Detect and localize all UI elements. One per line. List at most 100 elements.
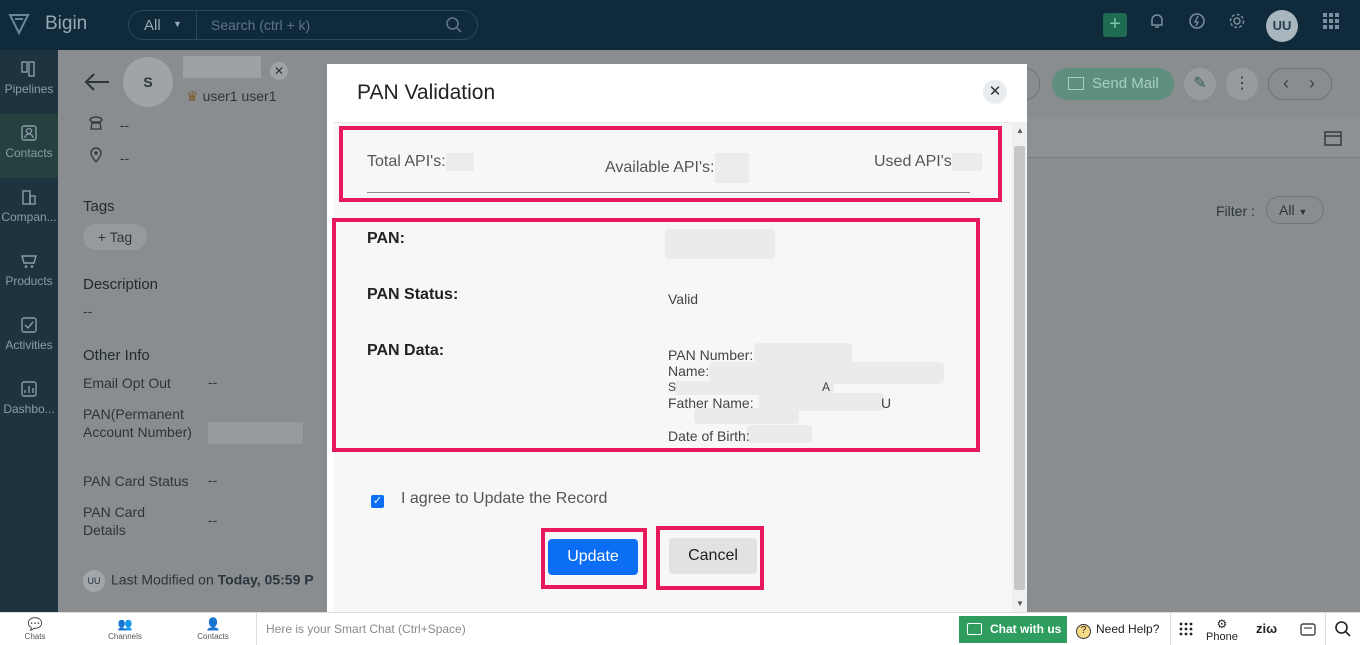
add-tag-button[interactable]: + Tag [83, 224, 147, 250]
global-search[interactable]: All ▼ Search (ctrl + k) [128, 10, 478, 40]
pipelines-icon [20, 60, 38, 78]
description-heading: Description [83, 276, 159, 293]
location-row: -- [88, 147, 129, 166]
bottom-contacts[interactable]: 👤 Contacts [188, 617, 238, 641]
need-help-button[interactable]: ? Need Help? [1076, 622, 1159, 639]
activity-feed-icon[interactable] [1184, 12, 1210, 38]
quick-create-button[interactable]: + [1103, 13, 1127, 37]
record-owner: ♛ user1 user1 [186, 88, 277, 105]
nav-label: Products [5, 274, 53, 288]
scroll-up-icon[interactable]: ▲ [1016, 126, 1024, 135]
bigin-logo-icon[interactable] [8, 12, 32, 38]
more-options-icon[interactable]: ⋮ [1226, 68, 1258, 100]
search-scope-select[interactable]: All [144, 17, 161, 34]
chevron-left-icon[interactable]: ‹ [1283, 73, 1289, 94]
app-grid-icon[interactable] [1318, 12, 1344, 38]
nav-item-companies[interactable]: Compan... [0, 178, 58, 242]
bottom-divider [1170, 613, 1171, 645]
pan-value-redacted [665, 229, 775, 259]
phone-button[interactable]: ⚙ Phone [1206, 617, 1238, 643]
bottom-chats[interactable]: 💬 Chats [10, 617, 60, 641]
back-arrow-icon[interactable] [83, 68, 111, 99]
search-divider [196, 11, 197, 39]
modal-scrollbar[interactable]: ▲ ▼ [1012, 122, 1027, 612]
agree-checkbox[interactable]: ✓ [371, 495, 384, 508]
chat-with-us-button[interactable]: Chat with us [959, 616, 1067, 643]
father-name-char: U [881, 395, 892, 411]
modified-by-avatar: UU [83, 570, 105, 592]
bottom-bar: 💬 Chats 👥 Channels 👤 Contacts Here is your … [0, 612, 1360, 645]
pan-data-redacted-1 [754, 343, 852, 363]
pan-card-details-label: PAN Card Details [83, 504, 145, 538]
nav-item-dashboards[interactable]: Dashbo... [0, 370, 58, 434]
pan-card-details-value: -- [208, 512, 218, 528]
pan-number-line: PAN Number: [668, 347, 754, 363]
brand-name: Bigin [45, 13, 88, 34]
other-info-heading: Other Info [83, 347, 150, 364]
dialpad-icon[interactable] [1178, 621, 1194, 642]
close-icon[interactable]: ✕ [270, 62, 288, 80]
used-api-value-redacted [951, 153, 982, 171]
chat-with-us-label: Chat with us [990, 622, 1062, 636]
pan-validation-modal: PAN Validation ✕ Total API's: Available … [327, 64, 1027, 612]
scroll-thumb[interactable] [1014, 146, 1025, 590]
nav-label: Pipelines [4, 82, 54, 96]
search-icon[interactable] [1334, 620, 1352, 643]
view-toggle-icon[interactable] [1324, 130, 1344, 153]
chevron-right-icon[interactable]: › [1309, 73, 1315, 94]
search-input[interactable]: Search (ctrl + k) [211, 17, 310, 33]
nav-item-activities[interactable]: Activities [0, 306, 58, 370]
nav-label: Contacts [5, 146, 53, 160]
nav-label: Activities [5, 338, 53, 352]
top-bar: Bigin All ▼ Search (ctrl + k) + UU [0, 0, 1360, 50]
agree-row[interactable]: ✓ I agree to Update the Record [371, 490, 607, 508]
user-avatar[interactable]: UU [1266, 10, 1298, 42]
nav-item-products[interactable]: Products [0, 242, 58, 306]
bell-icon[interactable] [1144, 12, 1170, 38]
nav-item-pipelines[interactable]: Pipelines [0, 50, 58, 114]
chat-icon [967, 623, 982, 635]
total-api: Total API's: [367, 153, 474, 171]
available-api-value-redacted [714, 153, 749, 183]
email-opt-out-value: -- [208, 374, 218, 390]
smart-chat-input[interactable]: Here is your Smart Chat (Ctrl+Space) [266, 622, 466, 636]
modal-title: PAN Validation [357, 81, 496, 104]
bottom-chats-label: Chats [24, 632, 46, 641]
send-mail-label: Send Mail [1092, 75, 1159, 92]
phone-label: Phone [1206, 631, 1238, 643]
filter-value: All [1279, 202, 1295, 218]
modal-body: Total API's: Available API's: Used API's… [332, 122, 1012, 612]
gear-icon[interactable] [1224, 12, 1250, 38]
record-avatar: S [123, 57, 173, 107]
used-api: Used API's [874, 153, 982, 171]
bottom-contacts-label: Contacts [197, 632, 229, 641]
edit-pencil-icon[interactable]: ✎ [1184, 68, 1216, 100]
available-api-label: Available API's: [605, 159, 715, 177]
mail-icon [1068, 77, 1084, 90]
update-button[interactable]: Update [548, 539, 638, 575]
contacts-icon [20, 124, 38, 142]
phone-value: -- [119, 117, 130, 133]
nav-label: Dashbo... [3, 402, 55, 416]
cancel-button[interactable]: Cancel [669, 538, 757, 574]
modal-close-button[interactable]: ✕ [983, 80, 1007, 104]
agree-text: I agree to Update the Record [401, 490, 608, 507]
last-modified: UU Last Modified on Today, 05:59 P [83, 570, 314, 592]
phone-gear-icon: ⚙ [1216, 617, 1228, 631]
products-icon [20, 252, 38, 270]
send-mail-button[interactable]: Send Mail [1052, 68, 1174, 100]
channels-icon: 👥 [117, 617, 133, 631]
location-pin-icon [88, 147, 104, 166]
pan-status-value: Valid [668, 291, 699, 307]
bottom-channels[interactable]: 👥 Channels [100, 617, 150, 641]
contact-person-icon: 👤 [205, 617, 221, 631]
zia-button[interactable]: ziω [1256, 621, 1277, 636]
filter-label: Filter : [1216, 203, 1255, 219]
pan-number-value-redacted [208, 422, 303, 444]
scroll-down-icon[interactable]: ▼ [1016, 599, 1024, 608]
filter-select[interactable]: All ▼ [1266, 196, 1324, 224]
notes-icon[interactable] [1299, 621, 1317, 642]
app-root: Bigin All ▼ Search (ctrl + k) + UU Pipel… [0, 0, 1360, 645]
nav-item-contacts[interactable]: Contacts [0, 114, 58, 178]
phone-icon [88, 116, 104, 133]
